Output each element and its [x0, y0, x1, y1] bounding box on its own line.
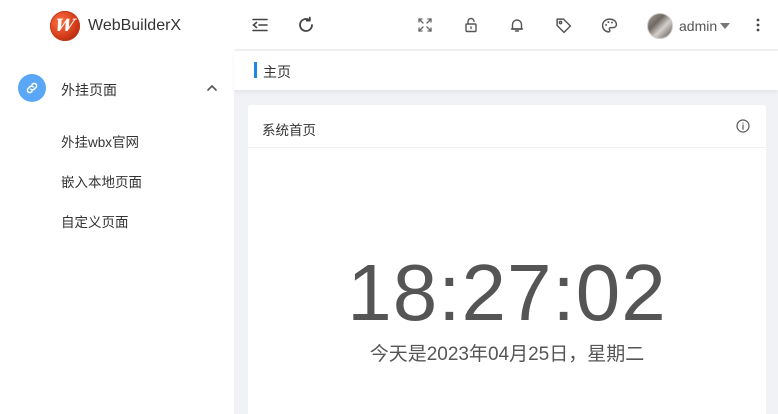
menu-fold-icon[interactable] [250, 15, 270, 35]
brand[interactable]: W WebBuilderX [50, 10, 181, 42]
sidebar-item-wbx-site[interactable]: 外挂wbx官网 [61, 131, 139, 151]
sidebar-group-label: 外挂页面 [61, 82, 117, 98]
brand-logo: W [50, 11, 80, 41]
refresh-icon[interactable] [296, 15, 316, 35]
user-name: admin [679, 18, 718, 34]
sidebar-group-external-pages[interactable]: 外挂页面 [0, 70, 234, 106]
tab-home[interactable]: 主页 [263, 62, 291, 82]
avatar [647, 13, 673, 39]
dashboard-card: 系统首页 18:27:02 今天是2023年04月25日，星期二 [248, 105, 766, 414]
link-icon [18, 74, 46, 102]
caret-down-icon [720, 23, 731, 29]
bell-icon[interactable] [507, 15, 527, 35]
card-title: 系统首页 [262, 123, 316, 138]
top-header: admin [234, 0, 778, 50]
brand-title: WebBuilderX [88, 17, 182, 34]
palette-icon[interactable] [599, 15, 619, 35]
user-menu[interactable]: admin [647, 12, 731, 40]
more-icon[interactable] [748, 15, 768, 35]
lock-icon[interactable] [461, 15, 481, 35]
sidebar-item-local-page[interactable]: 嵌入本地页面 [61, 171, 142, 191]
sidebar: W WebBuilderX 外挂页面 外挂wbx官网 嵌入本地页面 自定义页面 [0, 0, 234, 414]
breadcrumb: 主页 [234, 51, 778, 90]
sidebar-item-custom-page[interactable]: 自定义页面 [61, 211, 129, 231]
card-header: 系统首页 [248, 105, 766, 148]
tag-icon[interactable] [553, 15, 573, 35]
active-tab-marker [254, 62, 257, 78]
info-icon[interactable] [736, 119, 750, 133]
chevron-up-icon [206, 82, 218, 94]
date-display: 今天是2023年04月25日，星期二 [369, 344, 645, 365]
fullscreen-icon[interactable] [415, 15, 435, 35]
clock-display: 18:27:02 [347, 248, 667, 337]
